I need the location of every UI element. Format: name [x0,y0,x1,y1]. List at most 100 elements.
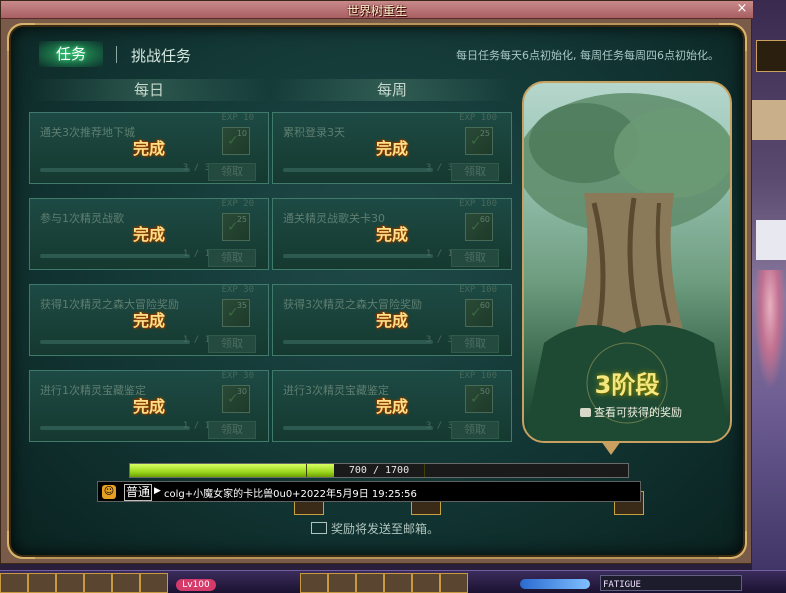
skill-slot[interactable] [56,573,84,593]
frame-corner-ornament [719,23,747,51]
claim-button[interactable]: 领取 [208,163,256,181]
tab-challenge-tasks[interactable]: 挑战任务 [131,43,191,69]
view-rewards-label: 查看可获得的奖励 [594,406,682,419]
daily-task-card: 参与1次精灵战歌 EXP 20 25 ✓ 1 / 1 领取 完成 [29,198,269,270]
game-hud-bar: Lv100 FATIGUE [0,570,786,593]
task-exp: EXP 100 [459,285,497,295]
task-exp: EXP 100 [459,113,497,123]
panel-pointer [601,441,621,455]
task-progress-text: 1 / 1 [425,249,453,259]
game-world-background [752,0,786,592]
task-progress-bar [40,168,190,172]
completed-label: 完成 [375,397,408,416]
minimap-fragment [756,40,786,72]
task-exp: EXP 30 [221,285,254,295]
task-exp: EXP 100 [459,371,497,381]
task-progress-text: 3 / 3 [425,163,453,173]
daily-column-header: 每日 [29,79,269,101]
claim-button[interactable]: 领取 [451,421,499,439]
task-exp: EXP 30 [221,371,254,381]
gift-icon [580,408,591,417]
frame-corner-ornament [7,23,35,51]
task-progress-text: 3 / 3 [182,163,210,173]
weekly-task-card: 累积登录3天 EXP 100 25 ✓ 3 / 3 领取 完成 [272,112,512,184]
close-button[interactable]: × [735,2,749,16]
view-rewards-link[interactable]: 查看可获得的奖励 [580,404,682,420]
claim-button[interactable]: 领取 [451,163,499,181]
level-badge: Lv100 [176,579,216,591]
fatigue-bar: FATIGUE [600,575,742,591]
character-sprite [754,270,786,390]
task-exp: EXP 10 [221,113,254,123]
reset-info-text: 每日任务每天6点初始化, 每周任务每周四6点初始化。 [456,49,719,62]
task-progress-text: 1 / 1 [182,335,210,345]
mail-notice: 奖励将发送至邮箱。 [311,520,439,537]
item-slot[interactable] [384,573,412,593]
daily-task-card: 进行1次精灵宝藏鉴定 EXP 30 30 ✓ 1 / 1 领取 完成 [29,370,269,442]
task-progress-bar [40,426,190,430]
completed-label: 完成 [132,397,165,416]
world-tree-window: 世界树重生 × 任务 挑战任务 每日任务每天6点初始化, 每周任务每周四6点初始… [0,0,753,564]
task-progress-bar [283,168,433,172]
completed-label: 完成 [375,311,408,330]
mail-notice-text: 奖励将发送至邮箱。 [331,522,440,536]
task-progress-text: 3 / 3 [425,335,453,345]
completed-label: 完成 [375,225,408,244]
skill-slot[interactable] [112,573,140,593]
claim-button[interactable]: 领取 [451,335,499,353]
item-slot[interactable] [440,573,468,593]
frame-corner-ornament [7,531,35,559]
skill-slot[interactable] [28,573,56,593]
chat-message-text: colg+小魔女家的卡比兽0u0+2022年5月9日 19:25:56 [164,489,417,500]
weekly-task-card: 进行3次精灵宝藏鉴定 EXP 100 50 ✓ 3 / 3 领取 完成 [272,370,512,442]
completed-label: 完成 [375,139,408,158]
task-progress-text: 1 / 1 [182,421,210,431]
task-progress-bar [283,254,433,258]
mp-bar [520,579,590,589]
emoticon-icon[interactable]: ☺ [102,485,116,499]
chat-message-overlay[interactable]: ☺ 普通 ▶ colg+小魔女家的卡比兽0u0+2022年5月9日 19:25:… [97,481,641,502]
claim-button[interactable]: 领取 [208,335,256,353]
daily-task-card: 获得1次精灵之森大冒险奖励 EXP 30 35 ✓ 1 / 1 领取 完成 [29,284,269,356]
stage-label: 3阶段 [594,371,660,399]
weekly-task-card: 获得3次精灵之森大冒险奖励 EXP 100 60 ✓ 3 / 3 领取 完成 [272,284,512,356]
task-progress-text: 3 / 3 [425,421,453,431]
skill-slot[interactable] [140,573,168,593]
mail-icon [311,522,327,534]
side-panel-fragment [756,220,786,260]
fatigue-label: FATIGUE [603,580,641,590]
task-exp: EXP 100 [459,199,497,209]
claim-button[interactable]: 领取 [451,249,499,267]
task-progress-bar [40,254,190,258]
completed-label: 完成 [132,311,165,330]
weekly-task-card: 通关精灵战歌关卡30 EXP 100 60 ✓ 1 / 1 领取 完成 [272,198,512,270]
world-tree-panel: 3阶段 查看可获得的奖励 [522,81,732,443]
item-slot[interactable] [300,573,328,593]
item-slot[interactable] [356,573,384,593]
task-progress-text: 1 / 1 [182,249,210,259]
claim-button[interactable]: 领取 [208,421,256,439]
chat-arrow-icon: ▶ [154,486,161,496]
window-titlebar[interactable]: 世界树重生 × [1,1,753,19]
tab-divider [116,46,117,63]
item-slot[interactable] [328,573,356,593]
stage-progress-bar: 700 / 1700 [129,463,629,478]
tab-tasks[interactable]: 任务 [39,41,103,67]
skill-slot[interactable] [0,573,28,593]
task-progress-bar [40,340,190,344]
task-progress-bar [283,426,433,430]
window-title: 世界树重生 [346,4,407,18]
stage-progress-text: 700 / 1700 [348,465,410,476]
task-exp: EXP 20 [221,199,254,209]
completed-label: 完成 [132,139,165,158]
map-fragment [752,100,786,140]
item-slot[interactable] [412,573,440,593]
completed-label: 完成 [132,225,165,244]
daily-task-card: 通关3次推荐地下城 EXP 10 10 ✓ 3 / 3 领取 完成 [29,112,269,184]
chat-channel-tag: 普通 [124,484,153,501]
weekly-column-header: 每周 [272,79,512,101]
claim-button[interactable]: 领取 [208,249,256,267]
frame-corner-ornament [719,531,747,559]
task-progress-bar [283,340,433,344]
skill-slot[interactable] [84,573,112,593]
